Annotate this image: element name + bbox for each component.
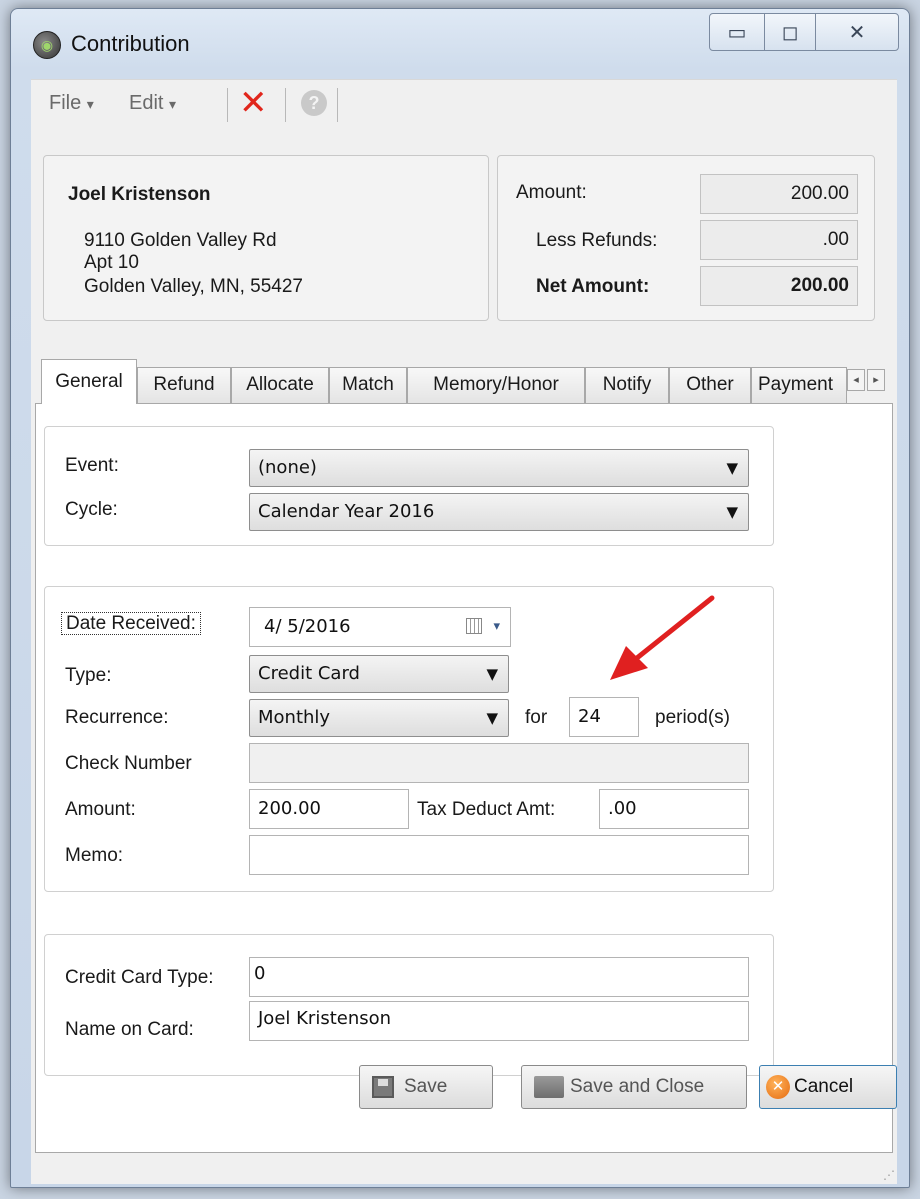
name-on-card-input[interactable]: Joel Kristenson bbox=[249, 1001, 749, 1041]
date-received-text: Date Received: bbox=[61, 612, 201, 635]
tab-general[interactable]: General bbox=[41, 359, 137, 404]
close-icon: ✕ bbox=[848, 21, 866, 44]
date-received-value: 4/ 5/2016 bbox=[264, 616, 351, 637]
amount-label: Amount: bbox=[65, 799, 136, 820]
restore-icon: ◻ bbox=[781, 21, 799, 44]
tab-control: General Refund Allocate Match Memory/Hon… bbox=[35, 359, 893, 1179]
tab-scroll-right-icon[interactable]: ▸ bbox=[867, 369, 885, 391]
address-line-3: Golden Valley, MN, 55427 bbox=[84, 276, 303, 297]
tab-memory-honor[interactable]: Memory/Honor bbox=[407, 367, 585, 403]
edit-menu[interactable]: Edit ▾ bbox=[129, 92, 176, 115]
cancel-button-label: Cancel bbox=[794, 1076, 854, 1097]
tab-strip: General Refund Allocate Match Memory/Hon… bbox=[35, 359, 893, 404]
cancel-icon: ✕ bbox=[766, 1075, 790, 1099]
credit-card-type-label: Credit Card Type: bbox=[65, 967, 214, 988]
client-area: Joel Kristenson 9110 Golden Valley Rd Ap… bbox=[31, 127, 897, 1184]
close-window-button[interactable]: ✕ bbox=[815, 13, 899, 51]
refunds-label: Less Refunds: bbox=[536, 230, 658, 251]
event-group: Event: (none) ▼ Cycle: Calendar Year 201… bbox=[44, 426, 774, 546]
amount-value: 200.00 bbox=[700, 174, 858, 214]
dropdown-arrow-icon: ▼ bbox=[726, 459, 738, 477]
floppy-disk-icon bbox=[372, 1076, 394, 1098]
type-selected-value: Credit Card bbox=[258, 663, 360, 684]
dropdown-arrow-icon: ▼ bbox=[486, 665, 498, 683]
calendar-icon[interactable] bbox=[466, 618, 482, 634]
save-and-close-icon bbox=[534, 1076, 564, 1098]
amount-label: Amount: bbox=[516, 182, 587, 203]
date-received-picker[interactable]: 4/ 5/2016 ▾ bbox=[249, 607, 511, 647]
chevron-down-icon: ▾ bbox=[169, 96, 177, 112]
date-received-label: Date Received: bbox=[61, 612, 205, 635]
maximize-button[interactable]: ◻ bbox=[764, 13, 816, 51]
refunds-value: .00 bbox=[700, 220, 858, 260]
event-select[interactable]: (none) ▼ bbox=[249, 449, 749, 487]
tab-allocate[interactable]: Allocate bbox=[231, 367, 329, 403]
window-title: Contribution bbox=[71, 31, 190, 56]
periods-label: period(s) bbox=[655, 707, 730, 728]
address-line-2: Apt 10 bbox=[84, 252, 139, 273]
tab-refund[interactable]: Refund bbox=[137, 367, 231, 403]
recurrence-label: Recurrence: bbox=[65, 707, 169, 728]
donor-panel: Joel Kristenson 9110 Golden Valley Rd Ap… bbox=[43, 155, 489, 321]
credit-card-type-input[interactable]: 0 bbox=[249, 957, 749, 997]
net-amount-label: Net Amount: bbox=[536, 276, 650, 297]
type-label: Type: bbox=[65, 665, 112, 686]
tax-deduct-input[interactable]: .00 bbox=[599, 789, 749, 829]
edit-menu-label: Edit bbox=[129, 92, 164, 114]
general-tab-page: Event: (none) ▼ Cycle: Calendar Year 201… bbox=[35, 403, 893, 1153]
name-on-card-label: Name on Card: bbox=[65, 1019, 194, 1040]
delete-icon[interactable]: ✕ bbox=[239, 86, 268, 120]
tab-other[interactable]: Other bbox=[669, 367, 751, 403]
recurrence-select[interactable]: Monthly ▼ bbox=[249, 699, 509, 737]
cancel-button[interactable]: ✕ Cancel bbox=[759, 1065, 897, 1109]
tab-match[interactable]: Match bbox=[329, 367, 407, 403]
chevron-down-icon: ▾ bbox=[86, 96, 94, 112]
file-menu[interactable]: File ▾ bbox=[49, 92, 94, 115]
menu-separator bbox=[337, 88, 338, 122]
menu-separator bbox=[285, 88, 286, 122]
help-icon[interactable]: ? bbox=[301, 90, 327, 116]
credit-card-group: Credit Card Type: 0 Name on Card: Joel K… bbox=[44, 934, 774, 1076]
save-button-label: Save bbox=[404, 1076, 448, 1097]
check-number-label: Check Number bbox=[65, 753, 192, 774]
save-button[interactable]: Save bbox=[359, 1065, 493, 1109]
event-selected-value: (none) bbox=[258, 457, 317, 478]
recurrence-selected-value: Monthly bbox=[258, 707, 331, 728]
file-menu-label: File bbox=[49, 92, 82, 114]
cycle-select[interactable]: Calendar Year 2016 ▼ bbox=[249, 493, 749, 531]
memo-label: Memo: bbox=[65, 845, 124, 866]
menu-bar: File ▾ Edit ▾ ✕ ? bbox=[31, 79, 897, 127]
tab-notify[interactable]: Notify bbox=[585, 367, 669, 403]
tax-deduct-label: Tax Deduct Amt: bbox=[417, 799, 556, 820]
cycle-selected-value: Calendar Year 2016 bbox=[258, 501, 435, 522]
chevron-down-icon[interactable]: ▾ bbox=[493, 608, 500, 646]
periods-input[interactable]: 24 bbox=[569, 697, 639, 737]
for-label: for bbox=[525, 707, 548, 728]
save-and-close-label: Save and Close bbox=[570, 1076, 705, 1097]
dropdown-arrow-icon: ▼ bbox=[486, 709, 498, 727]
resize-grip-icon[interactable]: ⋰ bbox=[883, 1168, 895, 1182]
menu-separator bbox=[227, 88, 228, 122]
annotation-arrow-icon bbox=[610, 595, 715, 680]
minimize-icon: ▭ bbox=[727, 21, 747, 44]
memo-input[interactable] bbox=[249, 835, 749, 875]
net-amount-value: 200.00 bbox=[700, 266, 858, 306]
title-bar[interactable]: ◉ Contribution ▭ ◻ ✕ bbox=[11, 9, 909, 71]
minimize-button[interactable]: ▭ bbox=[709, 13, 765, 51]
event-label: Event: bbox=[65, 455, 119, 476]
check-number-input[interactable] bbox=[249, 743, 749, 783]
address-line-1: 9110 Golden Valley Rd bbox=[84, 230, 277, 251]
contribution-window: ◉ Contribution ▭ ◻ ✕ File ▾ Edit ▾ ✕ ? J… bbox=[10, 8, 910, 1188]
dropdown-arrow-icon: ▼ bbox=[726, 503, 738, 521]
totals-panel: Amount: 200.00 Less Refunds: .00 Net Amo… bbox=[497, 155, 875, 321]
type-select[interactable]: Credit Card ▼ bbox=[249, 655, 509, 693]
cycle-label: Cycle: bbox=[65, 499, 118, 520]
app-globe-icon: ◉ bbox=[33, 31, 61, 59]
amount-input[interactable]: 200.00 bbox=[249, 789, 409, 829]
tab-scroll-left-icon[interactable]: ◂ bbox=[847, 369, 865, 391]
tab-payment[interactable]: Payment bbox=[751, 367, 847, 403]
donor-name: Joel Kristenson bbox=[68, 184, 211, 205]
save-and-close-button[interactable]: Save and Close bbox=[521, 1065, 747, 1109]
